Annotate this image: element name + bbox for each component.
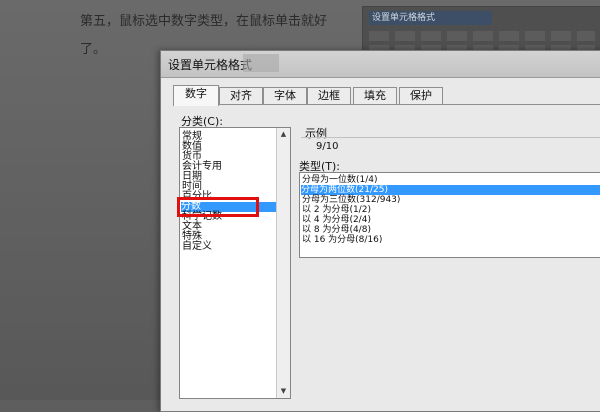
article-line-1: 第五，鼠标选中数字类型，在鼠标单击就好 [80, 14, 328, 29]
format-cells-dialog: 设置单元格格式 数字 对齐 字体 边框 填充 保护 分类(C): 常规 数值 货… [160, 50, 600, 412]
red-highlight-box [177, 197, 259, 217]
type-item[interactable]: 以 16 为分母(8/16) [302, 235, 600, 245]
tab-alignment[interactable]: 对齐 [219, 87, 263, 105]
category-item[interactable]: 自定义 [182, 242, 276, 252]
type-list[interactable]: 分母为一位数(1/4) 分母为两位数(21/25) 分母为三位数(312/943… [299, 172, 600, 258]
tab-protection[interactable]: 保护 [399, 87, 443, 105]
dialog-titlebar[interactable]: 设置单元格格式 [161, 51, 600, 78]
thumbnail-row [369, 31, 595, 41]
type-item-selected[interactable]: 分母为两位数(21/25) [301, 185, 600, 195]
triangle-down-icon[interactable]: ▼ [277, 385, 290, 398]
tab-number[interactable]: 数字 [173, 85, 219, 106]
tab-border[interactable]: 边框 [307, 87, 351, 105]
tab-font[interactable]: 字体 [263, 87, 307, 105]
category-scrollbar[interactable]: ▲ ▼ [276, 128, 290, 398]
dialog-title: 设置单元格格式 [168, 58, 253, 72]
category-list[interactable]: 常规 数值 货币 会计专用 日期 时间 百分比 分数 科学记数 文本 特殊 自定… [179, 127, 291, 399]
titlebar-smudge [243, 54, 279, 72]
type-item[interactable]: 分母为三位数(312/943) [302, 195, 600, 205]
sample-value: 9/10 [316, 141, 339, 152]
tab-fill[interactable]: 填充 [353, 87, 397, 105]
type-item[interactable]: 以 2 为分母(1/2) [302, 205, 600, 215]
triangle-up-icon[interactable]: ▲ [277, 128, 290, 141]
thumbnail-title: 设置单元格格式 [369, 11, 492, 25]
type-item[interactable]: 以 8 为分母(4/8) [302, 225, 600, 235]
tab-divider [173, 104, 600, 105]
type-item[interactable]: 以 4 为分母(2/4) [302, 215, 600, 225]
type-item[interactable]: 分母为一位数(1/4) [302, 175, 600, 185]
sample-box [301, 137, 600, 155]
